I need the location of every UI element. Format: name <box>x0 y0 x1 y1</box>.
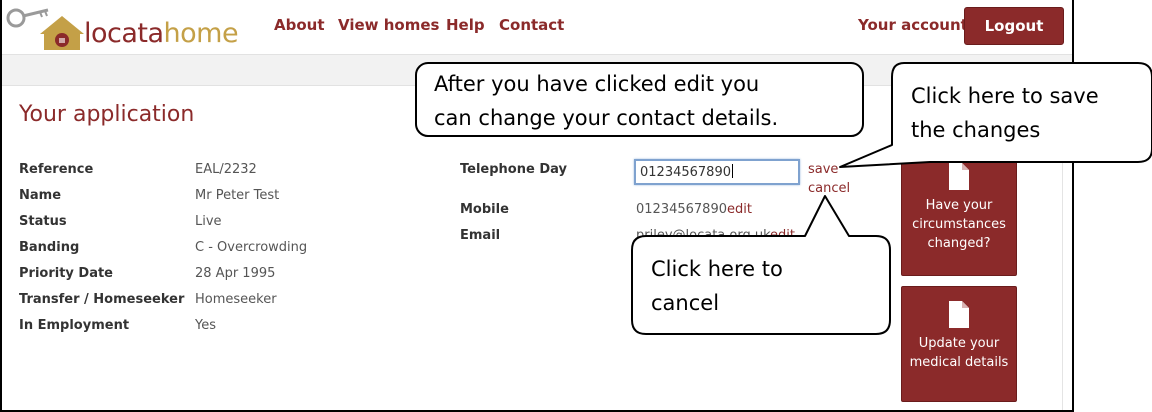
callout-save-line2: the changes <box>911 118 1041 142</box>
document-icon <box>949 163 969 190</box>
reference-value: EAL/2232 <box>195 162 257 177</box>
callout-save-text: Click here to save the changes <box>911 79 1141 147</box>
circumstances-changed-button[interactable]: Have your circumstances changed? <box>901 148 1017 276</box>
status-value: Live <box>195 214 222 229</box>
nav-help[interactable]: Help <box>446 16 485 34</box>
nav-contact[interactable]: Contact <box>499 16 564 34</box>
in-employment-label: In Employment <box>19 318 130 333</box>
telephone-day-input[interactable]: 01234567890 <box>634 159 800 185</box>
priority-date-value: 28 Apr 1995 <box>195 266 276 281</box>
callout-edit-text: After you have clicked edit you can chan… <box>434 67 854 135</box>
email-label: Email <box>460 228 501 243</box>
circumstances-button-label: Have your circumstances changed? <box>912 198 1006 251</box>
transfer-homeseeker-label: Transfer / Homeseeker <box>19 292 185 307</box>
document-icon <box>949 301 969 328</box>
status-label: Status <box>19 214 67 229</box>
name-label: Name <box>19 188 62 203</box>
update-medical-details-button[interactable]: Update your medical details <box>901 286 1017 402</box>
logout-button[interactable]: Logout <box>964 7 1064 45</box>
email-value: priley@locata.org.uk <box>636 228 771 243</box>
mobile-edit-link[interactable]: edit <box>727 202 752 217</box>
locata-home-logo[interactable]: locatahome <box>4 4 244 54</box>
name-value: Mr Peter Test <box>195 188 280 203</box>
callout-cancel-line2: cancel <box>651 291 720 315</box>
banding-label: Banding <box>19 240 80 255</box>
nav-your-account[interactable]: Your account <box>858 16 968 34</box>
callout-edit-line2: can change your contact details. <box>434 106 779 130</box>
nav-about[interactable]: About <box>274 16 325 34</box>
telephone-day-input-value: 01234567890 <box>640 165 731 180</box>
callout-cancel-text: Click here to cancel <box>651 252 871 320</box>
telephone-day-label: Telephone Day <box>460 162 567 177</box>
app-window: locatahome About View homes Help Contact… <box>0 0 1074 412</box>
reference-label: Reference <box>19 162 94 177</box>
banding-value: C - Overcrowding <box>195 240 308 255</box>
nav-view-homes[interactable]: View homes <box>338 16 439 34</box>
site-header: locatahome About View homes Help Contact… <box>2 0 1072 54</box>
email-edit-link[interactable]: edit <box>770 228 795 243</box>
medical-button-label: Update your medical details <box>909 336 1009 370</box>
priority-date-label: Priority Date <box>19 266 114 281</box>
house-key-icon <box>6 8 84 50</box>
callout-cancel-line1: Click here to <box>651 257 783 281</box>
mobile-value: 01234567890 <box>636 202 727 217</box>
transfer-homeseeker-value: Homeseeker <box>195 292 277 307</box>
cancel-link[interactable]: cancel <box>808 181 850 196</box>
callout-edit-line1: After you have clicked edit you <box>434 72 760 96</box>
logo-word-locata: locata <box>84 18 164 49</box>
save-link[interactable]: save <box>808 162 838 177</box>
logo-word-home: home <box>163 18 239 49</box>
logo-wordmark: locatahome <box>84 18 239 49</box>
mobile-label: Mobile <box>460 202 509 217</box>
page-title: Your application <box>19 102 195 127</box>
callout-save-line1: Click here to save <box>911 84 1099 108</box>
text-caret <box>731 164 733 178</box>
in-employment-value: Yes <box>195 318 216 333</box>
